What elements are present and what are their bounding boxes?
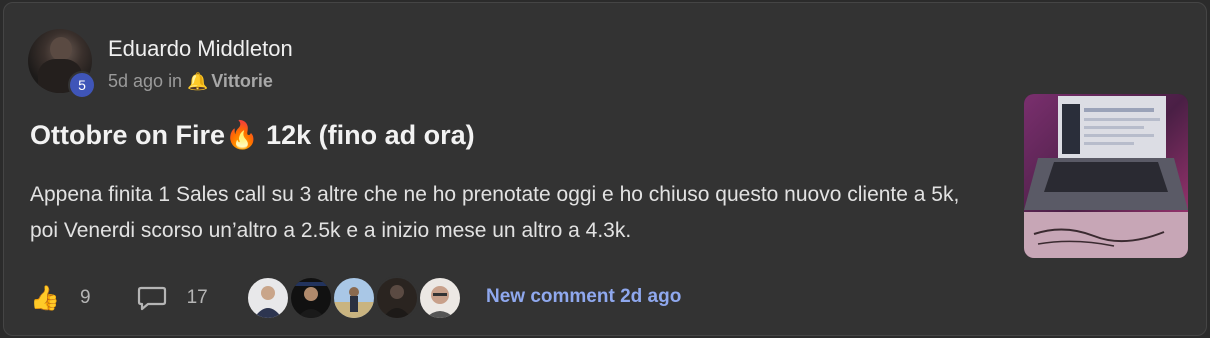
category-link[interactable]: Vittorie — [211, 71, 273, 92]
fire-icon: 🔥 — [225, 120, 259, 150]
author-name[interactable]: Eduardo Middleton — [108, 36, 293, 62]
in-label: in — [168, 71, 183, 91]
level-badge: 5 — [68, 71, 96, 99]
author-avatar-wrap[interactable]: 5 — [28, 29, 96, 99]
post-card[interactable]: 5 Eduardo Middleton 5d ago in 🔔 Vittorie… — [3, 2, 1207, 336]
comment-icon[interactable] — [137, 285, 167, 311]
like-count: 9 — [80, 287, 91, 308]
bell-icon: 🔔 — [187, 71, 209, 91]
avatar[interactable] — [375, 276, 419, 320]
post-image-thumbnail[interactable] — [1024, 94, 1188, 258]
title-text-2: 12k (fino ad ora) — [258, 120, 475, 150]
avatar[interactable] — [418, 276, 462, 320]
post-body: Appena finita 1 Sales call su 3 altre ch… — [30, 183, 960, 242]
post-title[interactable]: Ottobre on Fire🔥 12k (fino ad ora) — [30, 119, 475, 151]
comment-count: 17 — [186, 287, 208, 308]
post-time: 5d ago — [108, 71, 164, 91]
commenter-avatars[interactable] — [246, 276, 462, 320]
laptop-photo — [1024, 94, 1188, 258]
new-comment-link[interactable]: New comment 2d ago — [486, 286, 681, 308]
post-actions: 👍 9 17 — [30, 281, 208, 315]
avatar[interactable] — [246, 276, 290, 320]
title-text-1: Ottobre on Fire — [30, 120, 225, 150]
avatar[interactable] — [289, 276, 333, 320]
thumbs-up-icon[interactable]: 👍 — [30, 284, 60, 313]
avatar[interactable] — [332, 276, 376, 320]
post-meta: 5d ago in 🔔 Vittorie — [108, 71, 273, 92]
